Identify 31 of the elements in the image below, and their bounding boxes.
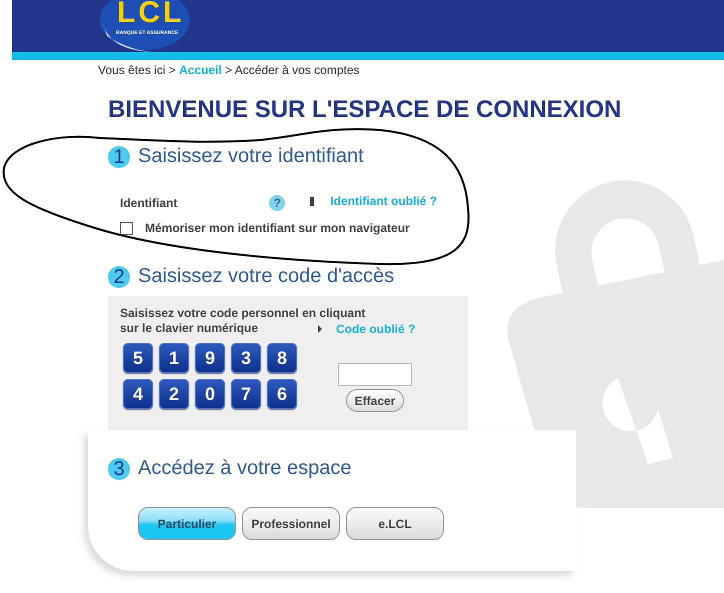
step-number: 2 [108,266,130,288]
keypad-key[interactable]: 1 [159,343,189,373]
keypad-key[interactable]: 0 [195,379,225,409]
space-tab[interactable]: Professionnel [242,507,340,540]
keypad-key[interactable]: 5 [123,343,153,373]
step-number: 3 [108,458,130,480]
keypad-key[interactable]: 8 [267,343,297,373]
checkbox-label: Mémoriser mon identifiant sur mon navigateur [145,221,410,235]
keypad-key[interactable]: 7 [231,379,261,409]
clear-button[interactable]: Effacer [346,389,404,412]
code-instructions: sur le clavier numérique [120,321,260,336]
keypad-key[interactable]: 9 [195,343,225,373]
logo-text: LCL [117,0,184,30]
field-label: Identifiant [120,196,178,210]
step-title: Saisissez votre identifiant [138,145,364,168]
breadcrumb: Vous êtes ici > Accueil > Accéder à vos comptes [97,63,360,77]
step-title: Accédez à votre espace [138,457,352,480]
code-instructions: Saisissez votre code personnel en cliquant [120,306,366,321]
space-tab[interactable]: Particulier [138,507,236,540]
arrow-icon [318,324,322,332]
page-title: BIENVENUE SUR L'ESPACE DE CONNEXION [108,95,622,125]
step-number: 1 [108,146,130,168]
keypad-key[interactable]: 2 [159,379,189,409]
code-input-field[interactable] [338,363,412,386]
space-tab[interactable]: e.LCL [346,507,444,540]
step-title: Saisissez votre code d'accès [138,265,394,288]
bullet-icon [310,196,314,206]
keypad-key[interactable]: 4 [123,379,153,409]
keypad-key[interactable]: 3 [231,343,261,373]
keypad-key[interactable]: 6 [267,379,297,409]
remember-checkbox[interactable] [120,222,133,234]
